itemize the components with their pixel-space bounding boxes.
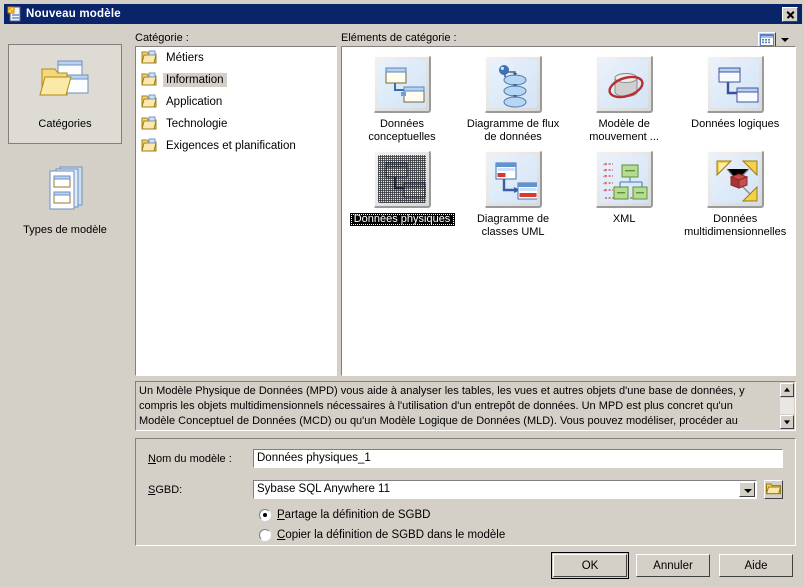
- uml-class-diagram-icon: [484, 150, 543, 208]
- element-item-data-flow-diagram[interactable]: Diagramme de flux de données: [459, 55, 567, 144]
- element-item-multidimensional-data[interactable]: Données multidimensionnelles: [681, 150, 789, 239]
- folder-icon: [141, 116, 157, 133]
- element-item-label: Modèle de mouvement ...: [589, 118, 659, 143]
- scrollbar-track[interactable]: [780, 398, 794, 414]
- svg-text:<: <: [603, 181, 606, 187]
- sidebar-item-model-types[interactable]: Types de modèle: [8, 150, 122, 250]
- sidebar-item-label: Catégories: [38, 118, 92, 130]
- category-item-label: Technologie: [166, 118, 228, 130]
- element-item-label: Données multidimensionnelles: [684, 213, 787, 238]
- new-model-dialog: Nouveau modèle Catégories Types de modèl…: [0, 0, 804, 587]
- conceptual-data-icon: [373, 55, 431, 113]
- category-item-application[interactable]: Application: [136, 91, 336, 113]
- selection-dither-overlay: [378, 155, 426, 203]
- description-box: Un Modèle Physique de Données (MPD) vous…: [135, 381, 796, 431]
- category-panel-label: Catégorie :: [135, 32, 189, 44]
- dbms-select-value: Sybase SQL Anywhere 11: [257, 483, 390, 495]
- physical-data-icon: [373, 150, 431, 208]
- window-title: Nouveau modèle: [26, 8, 121, 20]
- category-item-metiers[interactable]: Métiers: [136, 47, 336, 69]
- svg-text:<: <: [603, 188, 606, 194]
- stacked-documents-icon: [36, 163, 94, 218]
- category-item-label: Application: [166, 96, 223, 108]
- radio-button-icon[interactable]: [259, 509, 271, 521]
- folder-documents-icon: [36, 57, 94, 112]
- sidebar-item-categories[interactable]: Catégories: [8, 44, 122, 144]
- multidimensional-data-icon: [706, 150, 765, 208]
- radio-label: Copier la définition de SGBD dans le mod…: [277, 529, 506, 541]
- element-item-label: Données conceptuelles: [368, 118, 436, 143]
- chevron-down-icon[interactable]: [739, 482, 755, 497]
- svg-text:<: <: [603, 174, 606, 180]
- model-name-input[interactable]: Données physiques_1: [253, 449, 783, 468]
- data-flow-diagram-icon: [484, 55, 543, 113]
- element-item-data-movement[interactable]: Modèle de mouvement ...: [570, 55, 678, 144]
- radio-label: Partage la définition de SGBD: [277, 509, 431, 521]
- category-item-label: Métiers: [166, 52, 204, 64]
- help-button[interactable]: Aide: [719, 554, 793, 577]
- element-item-xml[interactable]: < < < < < XML: [570, 150, 678, 226]
- element-item-logical-data[interactable]: Données logiques: [681, 55, 789, 131]
- category-item-technologie[interactable]: Technologie: [136, 113, 336, 135]
- radio-share-dbms[interactable]: Partage la définition de SGBD: [259, 509, 430, 521]
- radio-copy-dbms[interactable]: Copier la définition de SGBD dans le mod…: [259, 529, 505, 541]
- elements-list[interactable]: Données conceptuelles Diagramme de flux …: [341, 46, 796, 376]
- element-item-label: Diagramme de classes UML: [476, 213, 550, 238]
- data-movement-icon: [595, 55, 654, 113]
- radio-button-icon[interactable]: [259, 529, 271, 541]
- element-item-label: Données physiques: [349, 213, 455, 226]
- browse-dbms-button[interactable]: [764, 480, 783, 499]
- ok-button[interactable]: OK: [551, 552, 629, 579]
- element-item-label: XML: [612, 213, 636, 225]
- sidebar: Catégories Types de modèle: [8, 32, 128, 352]
- chevron-down-icon[interactable]: [781, 38, 789, 42]
- category-item-information[interactable]: Information: [136, 69, 336, 91]
- dbms-label: SGBD:: [148, 484, 183, 496]
- element-item-label: Données logiques: [691, 118, 780, 130]
- element-item-conceptual-data[interactable]: Données conceptuelles: [348, 55, 456, 144]
- description-scrollbar[interactable]: [780, 383, 794, 429]
- elements-panel-label: Eléments de catégorie :: [341, 32, 457, 44]
- category-list[interactable]: Métiers Information Application Technolo…: [135, 46, 337, 376]
- scroll-down-icon[interactable]: [780, 415, 794, 429]
- folder-icon: [141, 138, 157, 155]
- folder-icon: [141, 50, 157, 67]
- element-item-uml-class-diagram[interactable]: Diagramme de classes UML: [459, 150, 567, 239]
- new-model-icon: [7, 6, 23, 22]
- scroll-up-icon[interactable]: [780, 383, 794, 397]
- category-item-label: Exigences et planification: [166, 140, 296, 152]
- title-bar: Nouveau modèle: [4, 4, 802, 24]
- element-item-label: Diagramme de flux de données: [466, 118, 560, 143]
- description-text: Un Modèle Physique de Données (MPD) vous…: [139, 385, 745, 427]
- folder-icon: [141, 94, 157, 111]
- category-item-exigences[interactable]: Exigences et planification: [136, 135, 336, 157]
- sidebar-item-label: Types de modèle: [23, 224, 107, 236]
- element-item-physical-data[interactable]: Données physiques: [348, 150, 456, 226]
- dbms-select[interactable]: Sybase SQL Anywhere 11: [253, 480, 757, 499]
- folder-icon: [141, 72, 157, 89]
- model-settings-group: Nom du modèle : Données physiques_1 SGBD…: [135, 438, 796, 546]
- model-name-label: Nom du modèle :: [148, 453, 232, 465]
- category-item-label: Information: [163, 73, 227, 87]
- close-icon[interactable]: [782, 6, 798, 22]
- xml-model-icon: < < < < <: [595, 150, 654, 208]
- cancel-button[interactable]: Annuler: [636, 554, 710, 577]
- logical-data-icon: [706, 55, 765, 113]
